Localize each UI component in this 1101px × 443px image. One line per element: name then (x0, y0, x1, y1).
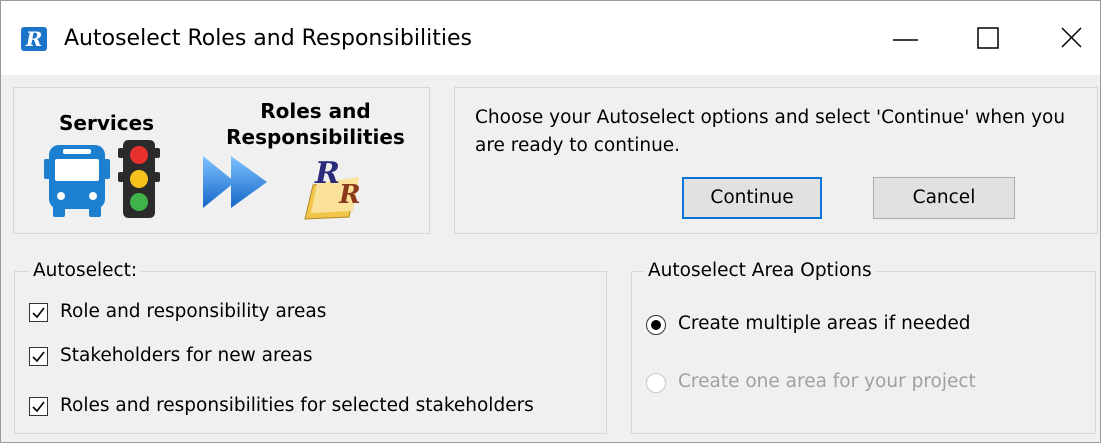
one-area-label[interactable]: Create one area for your project (678, 370, 976, 394)
roles-stakeholders-label[interactable]: Roles and responsibilities for selected … (60, 394, 534, 418)
role-areas-label[interactable]: Role and responsibility areas (60, 300, 326, 324)
area-options-legend: Autoselect Area Options (644, 259, 876, 283)
autoselect-dialog: R Autoselect Roles and Responsibilities … (0, 0, 1101, 443)
roles-label-line2: Responsibilities (226, 125, 405, 149)
svg-text:R: R (314, 156, 340, 191)
close-icon (1061, 27, 1082, 48)
minimize-icon (893, 39, 918, 41)
roles-stakeholders-checkbox[interactable] (29, 397, 48, 416)
svg-text:R: R (338, 180, 361, 210)
roles-book-icon: R R (304, 156, 361, 220)
roles-label: Roles and Responsibilities (223, 98, 408, 150)
double-arrow-icon (203, 156, 267, 208)
maximize-button[interactable] (959, 15, 1019, 61)
window-title: Autoselect Roles and Responsibilities (64, 26, 472, 51)
bus-icon (44, 145, 110, 217)
multiple-areas-label[interactable]: Create multiple areas if needed (678, 312, 970, 336)
autoselect-legend: Autoselect: (29, 259, 142, 283)
stakeholders-checkbox[interactable] (29, 347, 48, 366)
stakeholders-label[interactable]: Stakeholders for new areas (60, 344, 313, 368)
app-logo-icon: R (21, 27, 47, 51)
multiple-areas-radio[interactable] (646, 315, 666, 335)
area-options-group (631, 271, 1096, 434)
title-bar: R Autoselect Roles and Responsibilities (1, 1, 1100, 75)
maximize-icon (977, 27, 999, 49)
instructions-text: Choose your Autoselect options and selec… (475, 107, 1066, 156)
checkmark-icon (32, 351, 45, 363)
radio-selected-dot (651, 320, 661, 330)
cancel-button[interactable]: Cancel (873, 177, 1015, 219)
minimize-button[interactable] (876, 15, 936, 61)
checkmark-icon (32, 401, 45, 413)
continue-button[interactable]: Continue (682, 177, 822, 219)
close-button[interactable] (1043, 15, 1101, 61)
roles-label-line1: Roles and (260, 99, 371, 123)
traffic-light-icon (118, 140, 160, 218)
checkmark-icon (32, 307, 45, 319)
one-area-radio[interactable] (646, 373, 666, 393)
services-label: Services (59, 111, 155, 135)
role-areas-checkbox[interactable] (29, 303, 48, 322)
